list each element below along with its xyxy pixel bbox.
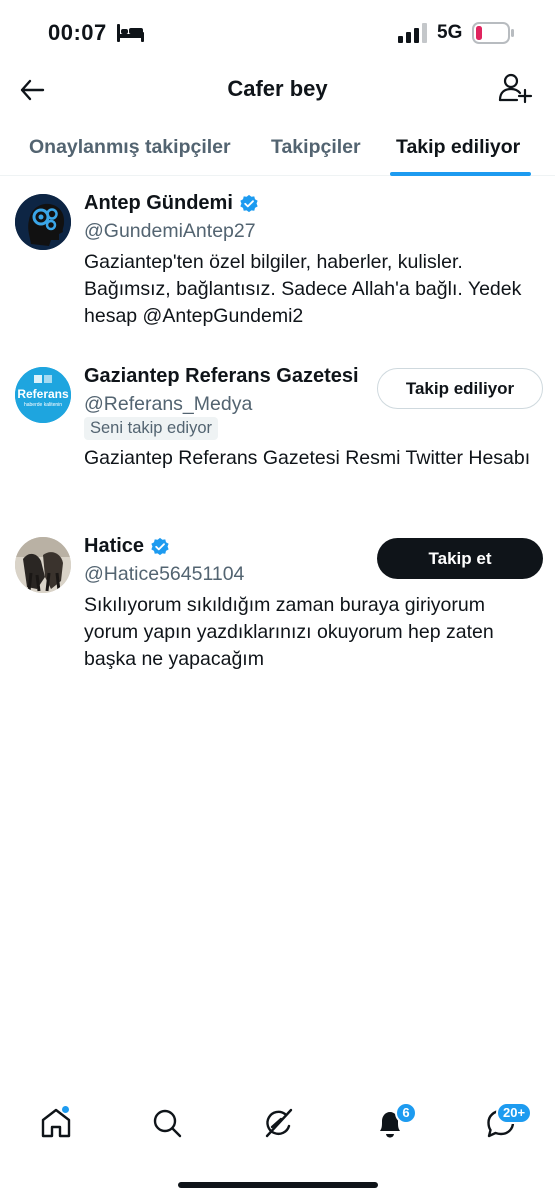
battery-low-icon [472,22,514,44]
add-user-icon[interactable] [497,72,533,108]
user-handle: @Referans_Medya [84,393,253,415]
nav-home[interactable] [39,1105,73,1140]
user-handle: @GundemiAntep27 [84,220,256,242]
cellular-signal-icon [398,23,427,43]
search-icon [153,1109,182,1138]
name-row: Gaziantep Referans Gazetesi [84,365,359,388]
following-button[interactable]: Takip ediliyor [377,368,543,409]
bed-icon [117,24,144,42]
status-bar: 00:07 5G [0,0,555,66]
nav-bar: Cafer bey [0,66,555,118]
user-name[interactable]: Gaziantep Referans Gazetesi [84,365,359,388]
user-name[interactable]: Antep Gündemi [84,192,233,215]
network-type: 5G [437,22,463,43]
status-time: 00:07 [48,20,107,45]
avatar[interactable] [15,194,71,250]
nav-search[interactable] [150,1106,184,1140]
page-title: Cafer bey [227,76,328,101]
tab-followers[interactable]: Takipçiler [271,136,361,159]
avatar-head-gears-image [15,194,71,250]
avatar[interactable] [15,537,71,593]
user-bio: Gaziantep Referans Gazetesi Resmi Twitte… [84,447,531,469]
follow-button[interactable]: Takip et [377,538,543,579]
avatar-logo-text: Referans [17,387,69,401]
name-row: Antep Gündemi [84,192,259,215]
user-name[interactable]: Hatice [84,535,144,558]
tab-verified-followers[interactable]: Onaylanmış takipçiler [29,136,231,159]
messages-badge: 20+ [496,1102,533,1124]
active-tab-indicator [390,172,531,176]
user-bio: Sıkılıyorum sıkıldığım zaman buraya giri… [84,594,494,670]
notifications-badge: 6 [395,1102,417,1124]
verified-badge-icon [240,194,258,212]
bottom-navigation: 6 20+ [0,1100,555,1150]
home-indicator [178,1182,378,1188]
avatar-photo-image [15,537,71,593]
nav-messages[interactable]: 20+ [484,1102,533,1140]
verified-badge-icon [151,537,169,555]
avatar[interactable]: Referans haberde kalitenin [15,367,71,423]
nav-notifications[interactable]: 6 [373,1102,417,1140]
nav-grok[interactable] [261,1106,295,1140]
home-new-dot [61,1105,70,1114]
avatar-logo-subtext: haberde kalitenin [23,402,63,408]
user-handle: @Hatice56451104 [84,563,245,585]
tab-following[interactable]: Takip ediliyor [396,136,520,159]
follows-you-badge: Seni takip ediyor [84,417,218,440]
tab-bar: Onaylanmış takipçiler Takipçiler Takip e… [0,118,555,176]
grok-icon [265,1108,293,1138]
user-bio: Gaziantep'ten özel bilgiler, haberler, k… [84,251,522,327]
name-row: Hatice [84,535,170,558]
